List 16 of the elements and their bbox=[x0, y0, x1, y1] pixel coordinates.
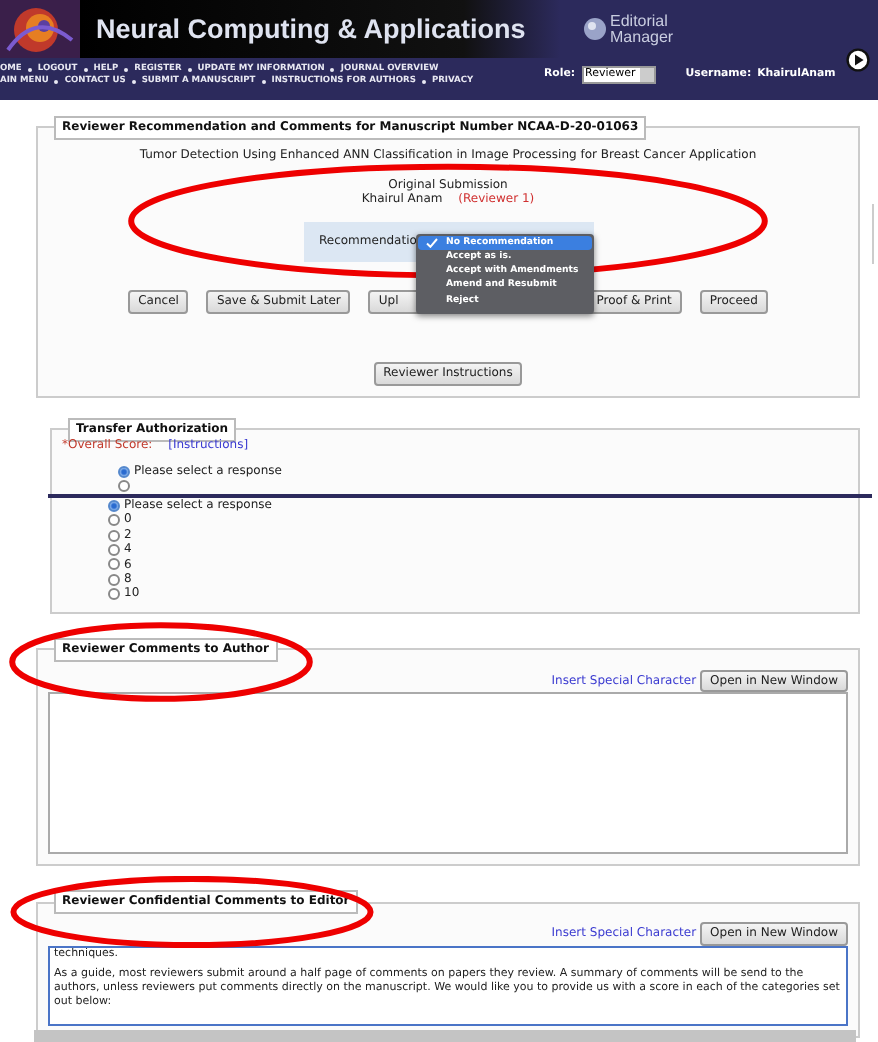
checkmark-icon bbox=[426, 237, 438, 248]
journal-title: Neural Computing & Applications bbox=[96, 11, 526, 47]
radio-button[interactable] bbox=[118, 466, 130, 479]
swirl-logo-icon bbox=[0, 0, 80, 58]
globe-logo-icon bbox=[584, 18, 606, 40]
radio-button[interactable] bbox=[118, 480, 130, 493]
radio-button[interactable] bbox=[108, 544, 120, 557]
radio-button[interactable] bbox=[108, 573, 120, 586]
radio-button[interactable] bbox=[108, 499, 120, 512]
radio-button[interactable] bbox=[108, 588, 120, 601]
editorial-manager-logo: Editorial Manager bbox=[610, 14, 674, 44]
radio-button[interactable] bbox=[108, 558, 120, 571]
comment-textarea[interactable] bbox=[48, 946, 848, 1027]
play-icon[interactable] bbox=[846, 48, 870, 72]
radio-button[interactable] bbox=[108, 514, 120, 527]
radio-button[interactable] bbox=[108, 529, 120, 542]
